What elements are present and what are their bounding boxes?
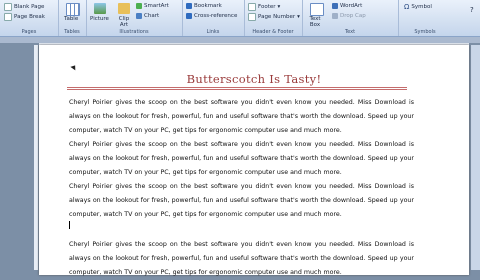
symbols-group-label: Symbols — [414, 29, 436, 35]
symbol-button[interactable]: Ω Symbol — [404, 3, 432, 11]
paragraph: Cheryl Poirier gives the scoop on the be… — [69, 99, 414, 134]
title-rule-top — [67, 87, 407, 88]
paragraph: Cheryl Poirier gives the scoop on the be… — [69, 241, 414, 276]
bookmark-icon — [186, 3, 192, 9]
tables-group-label: Tables — [64, 29, 80, 35]
blank-page-button[interactable]: Blank Page — [4, 3, 44, 11]
table-icon[interactable] — [66, 3, 80, 16]
text-box-icon[interactable] — [310, 3, 324, 16]
group-symbols: Ω Symbol Symbols — [398, 0, 452, 36]
wordart-label: WordArt — [340, 3, 363, 9]
chart-label: Chart — [144, 13, 160, 19]
smartart-icon — [136, 3, 142, 9]
page-break-label: Page Break — [14, 14, 45, 20]
page-break-icon — [4, 13, 12, 21]
picture-button[interactable]: Picture — [90, 16, 109, 22]
page-number-button[interactable]: Page Number ▾ — [248, 13, 300, 21]
cross-reference-icon — [186, 13, 192, 19]
page-number-label: Page Number — [258, 14, 296, 20]
chart-icon — [136, 13, 142, 19]
pages-group-label: Pages — [21, 29, 37, 35]
group-text: Text Box WordArt Drop Cap Text — [302, 0, 399, 36]
cross-reference-label: Cross-reference — [194, 13, 238, 19]
footer-button[interactable]: Footer ▾ — [248, 3, 280, 11]
title-rule-bottom — [67, 89, 407, 90]
paragraph: Cheryl Poirier gives the scoop on the be… — [69, 141, 414, 176]
group-header-footer: Footer ▾ Page Number ▾ Header & Footer — [244, 0, 303, 36]
chevron-down-icon: ▾ — [277, 4, 281, 10]
wordart-button[interactable]: WordArt — [332, 3, 362, 9]
bookmark-button[interactable]: Bookmark — [186, 3, 222, 9]
blank-page-label: Blank Page — [14, 4, 45, 10]
cross-reference-button[interactable]: Cross-reference — [186, 13, 237, 19]
illustrations-group-label: Illustrations — [119, 29, 149, 35]
text-box-button[interactable]: Text Box — [306, 16, 324, 28]
wordart-icon — [332, 3, 338, 9]
chevron-down-icon: ▾ — [297, 14, 300, 20]
text-group-label: Text — [344, 29, 356, 35]
group-illustrations: Picture Clip Art SmartArt Chart Illustra… — [86, 0, 183, 36]
smartart-button[interactable]: SmartArt — [136, 3, 169, 9]
clip-art-button[interactable]: Clip Art — [115, 16, 133, 28]
drop-cap-label: Drop Cap — [340, 13, 366, 19]
document-page[interactable]: Butterscotch Is Tasty! Cheryl Poirier gi… — [39, 45, 469, 276]
help-icon[interactable]: ? — [470, 6, 474, 14]
group-pages: Blank Page Page Break Pages — [0, 0, 59, 36]
bookmark-label: Bookmark — [194, 3, 222, 9]
blank-page-icon — [4, 3, 12, 11]
vertical-ruler[interactable] — [34, 45, 38, 270]
text-cursor — [69, 221, 70, 229]
header-footer-group-label: Header & Footer — [252, 29, 294, 35]
smartart-label: SmartArt — [144, 3, 169, 9]
group-tables: Table Tables — [58, 0, 87, 36]
picture-icon[interactable] — [94, 3, 106, 14]
vertical-scrollbar[interactable] — [471, 45, 480, 270]
links-group-label: Links — [206, 29, 220, 35]
drop-cap-icon — [332, 13, 338, 19]
group-links: Bookmark Cross-reference Links — [182, 0, 245, 36]
footer-label: Footer — [258, 4, 276, 10]
drop-cap-button[interactable]: Drop Cap — [332, 13, 366, 19]
ribbon-insert-tab: Blank Page Page Break Pages Table Tables… — [0, 0, 480, 37]
document-title: Butterscotch Is Tasty! — [186, 72, 322, 86]
footer-icon — [248, 3, 256, 11]
symbol-label: Symbol — [411, 4, 432, 10]
paragraph: Cheryl Poirier gives the scoop on the be… — [69, 183, 414, 218]
clip-art-icon[interactable] — [118, 3, 130, 14]
page-break-button[interactable]: Page Break — [4, 13, 45, 21]
omega-icon: Ω — [404, 3, 410, 11]
page-number-icon — [248, 13, 256, 21]
table-button[interactable]: Table — [64, 16, 78, 22]
chart-button[interactable]: Chart — [136, 13, 159, 19]
